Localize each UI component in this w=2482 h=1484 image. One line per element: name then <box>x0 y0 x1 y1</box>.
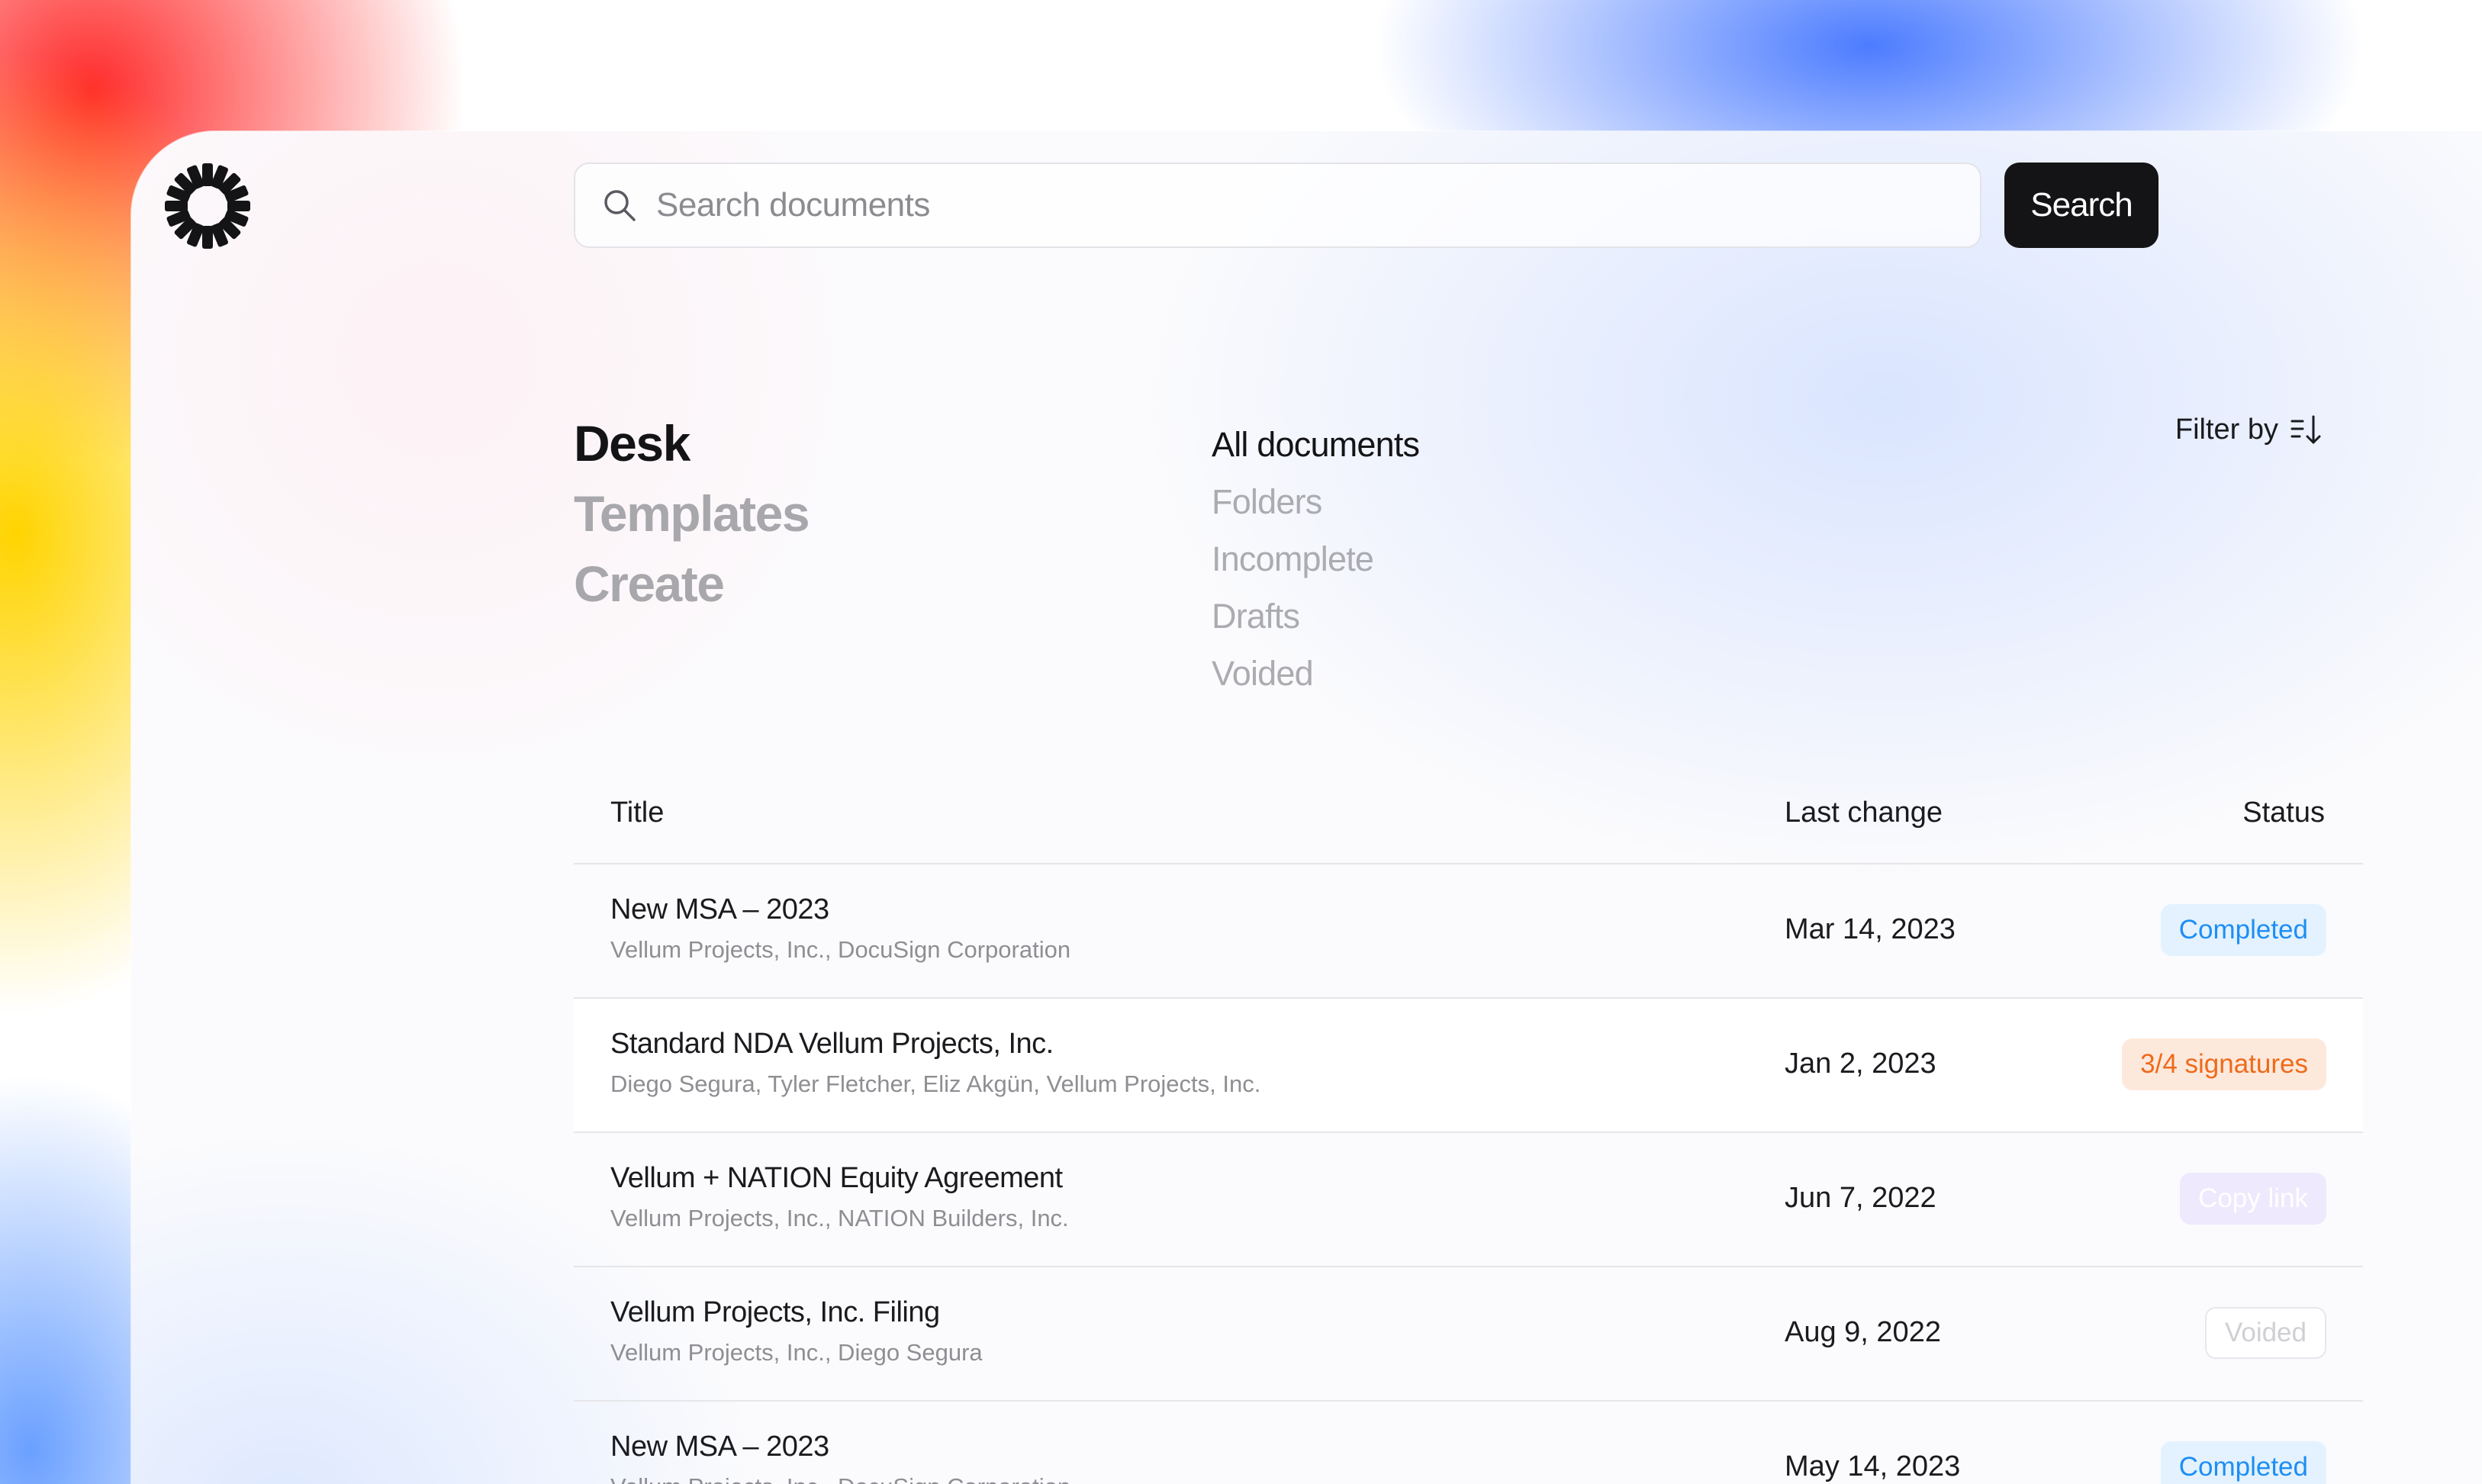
document-title: Standard NDA Vellum Projects, Inc. <box>610 1028 1054 1060</box>
search-bar[interactable] <box>574 163 1981 248</box>
document-date: Jun 7, 2022 <box>1785 1182 1936 1214</box>
main-nav: Desk Templates Create <box>574 408 810 619</box>
filter-by-label: Filter by <box>2175 413 2278 446</box>
column-header-title[interactable]: Title <box>610 797 664 829</box>
sub-nav-all-documents[interactable]: All documents <box>1212 416 1420 473</box>
search-button[interactable]: Search <box>2004 163 2158 248</box>
copy-link-button[interactable]: Copy link <box>2180 1173 2326 1225</box>
status-badge: Completed <box>2160 904 2326 956</box>
table-row[interactable]: Vellum Projects, Inc. Filing Vellum Proj… <box>574 1267 2363 1402</box>
table-row[interactable]: Vellum + NATION Equity Agreement Vellum … <box>574 1133 2363 1267</box>
table-row[interactable]: New MSA – 2023 Vellum Projects, Inc., Do… <box>574 864 2363 999</box>
column-header-status[interactable]: Status <box>2242 797 2325 829</box>
sort-descending-icon <box>2290 415 2321 444</box>
table-row[interactable]: Standard NDA Vellum Projects, Inc. Diego… <box>574 999 2363 1133</box>
status-badge: Completed <box>2160 1441 2326 1484</box>
sub-nav-incomplete[interactable]: Incomplete <box>1212 530 1419 587</box>
document-title: Vellum Projects, Inc. Filing <box>610 1296 940 1328</box>
document-date: Aug 9, 2022 <box>1785 1316 1941 1348</box>
document-parties: Vellum Projects, Inc., DocuSign Corporat… <box>610 936 1071 963</box>
document-parties: Vellum Projects, Inc., NATION Builders, … <box>610 1205 1069 1231</box>
document-title: Vellum + NATION Equity Agreement <box>610 1162 1063 1194</box>
document-date: May 14, 2023 <box>1785 1450 1961 1482</box>
document-date: Jan 2, 2023 <box>1785 1048 1936 1080</box>
document-parties: Vellum Projects, Inc., DocuSign Corporat… <box>610 1473 1070 1484</box>
status-badge: 3/4 signatures <box>2122 1038 2326 1090</box>
search-input[interactable] <box>656 164 1980 246</box>
filter-by-button[interactable]: Filter by <box>2175 412 2324 447</box>
document-title: New MSA – 2023 <box>610 1431 829 1463</box>
documents-table: Title Last change Status New MSA – 2023 … <box>574 763 2363 1484</box>
search-icon <box>604 190 636 221</box>
document-filter-nav: All documents Folders Incomplete Drafts … <box>1212 416 1420 702</box>
sub-nav-folders[interactable]: Folders <box>1212 473 1419 530</box>
document-title: New MSA – 2023 <box>610 893 829 925</box>
table-header: Title Last change Status <box>574 763 2363 864</box>
document-parties: Vellum Projects, Inc., Diego Segura <box>610 1339 983 1366</box>
brand-logo-icon <box>165 163 250 249</box>
main-nav-templates[interactable]: Templates <box>574 478 810 549</box>
sub-nav-drafts[interactable]: Drafts <box>1212 587 1419 645</box>
table-row[interactable]: New MSA – 2023 Vellum Projects, Inc., Do… <box>574 1402 2363 1484</box>
main-nav-desk[interactable]: Desk <box>574 408 809 478</box>
document-date: Mar 14, 2023 <box>1785 913 1956 945</box>
main-nav-create[interactable]: Create <box>574 549 809 619</box>
sub-nav-voided[interactable]: Voided <box>1212 645 1419 702</box>
status-badge: Voided <box>2204 1307 2326 1359</box>
column-header-last-change[interactable]: Last change <box>1785 797 1943 829</box>
document-parties: Diego Segura, Tyler Fletcher, Eliz Akgün… <box>610 1070 1261 1097</box>
